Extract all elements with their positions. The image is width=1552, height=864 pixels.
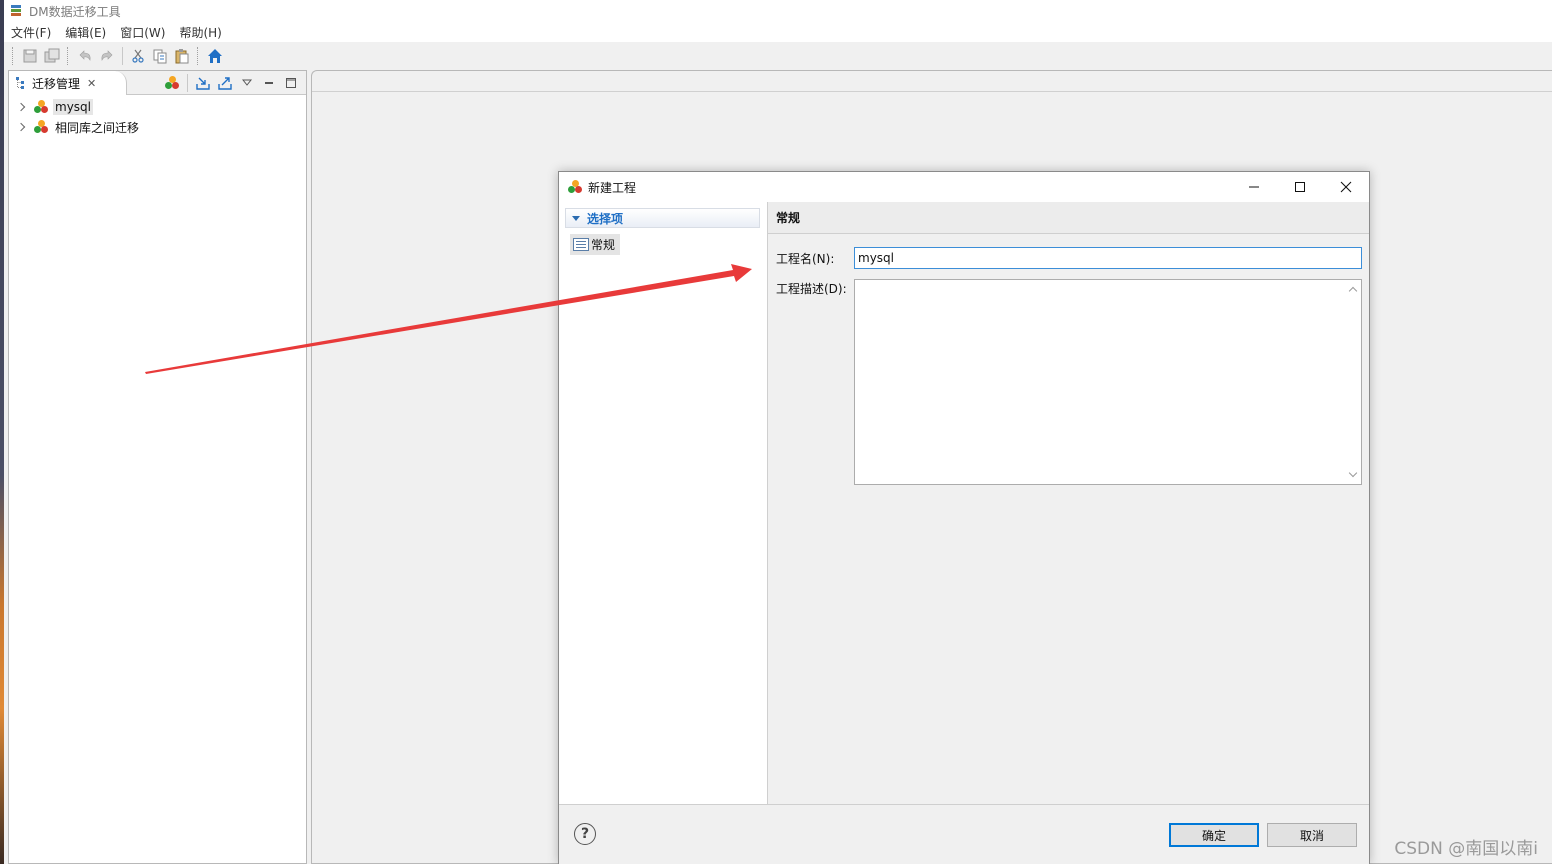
view-menu-chevron-down-icon[interactable] bbox=[236, 72, 258, 94]
chevron-right-icon[interactable] bbox=[16, 101, 28, 113]
panel-header: 迁移管理 ✕ bbox=[9, 71, 306, 95]
project-icon bbox=[34, 100, 48, 114]
tree-item-label: mysql bbox=[53, 99, 93, 115]
app-title: DM数据迁移工具 bbox=[29, 4, 121, 19]
nav-section-options[interactable]: 选择项 bbox=[565, 208, 760, 228]
panel-tools-separator bbox=[187, 74, 188, 92]
app-titlebar: DM数据迁移工具 bbox=[4, 0, 1552, 22]
menu-window[interactable]: 窗口(W) bbox=[120, 24, 165, 41]
project-icon bbox=[568, 180, 582, 194]
nav-item-label: 常规 bbox=[591, 238, 616, 252]
migration-panel: 迁移管理 ✕ mysql 相同库之间迁移 bbox=[8, 70, 307, 864]
close-icon[interactable]: ✕ bbox=[87, 77, 96, 90]
tab-migration-management[interactable]: 迁移管理 ✕ bbox=[9, 71, 127, 95]
save-icon[interactable] bbox=[19, 45, 41, 67]
tree-item-mysql[interactable]: mysql bbox=[9, 97, 306, 117]
toolbar-separator bbox=[122, 47, 123, 65]
dialog-footer: ? 确定 取消 bbox=[559, 804, 1369, 864]
scroll-down-icon[interactable] bbox=[1348, 468, 1358, 478]
chevron-right-icon[interactable] bbox=[16, 121, 28, 133]
nav-section-label: 选择项 bbox=[587, 211, 624, 226]
maximize-icon[interactable] bbox=[1277, 172, 1323, 202]
export-icon[interactable] bbox=[214, 72, 236, 94]
project-description-label: 工程描述(D): bbox=[776, 282, 847, 296]
dialog-navigation: 选择项 常规 bbox=[559, 202, 768, 804]
project-tree: mysql 相同库之间迁移 bbox=[9, 95, 306, 137]
cancel-button[interactable]: 取消 bbox=[1267, 823, 1357, 847]
paste-icon[interactable] bbox=[171, 45, 193, 67]
new-project-dialog: 新建工程 选择项 常规 常规 工程名(N): 工程描述(D): bbox=[558, 171, 1370, 864]
minimize-icon[interactable] bbox=[1231, 172, 1277, 202]
undo-icon[interactable] bbox=[74, 45, 96, 67]
content-header: 常规 bbox=[768, 202, 1369, 234]
help-icon[interactable]: ? bbox=[574, 823, 596, 845]
triangle-down-icon bbox=[572, 215, 580, 221]
editor-tab-strip bbox=[312, 71, 1552, 92]
project-icon bbox=[34, 120, 48, 134]
copy-icon[interactable] bbox=[149, 45, 171, 67]
tree-item-label: 相同库之间迁移 bbox=[55, 120, 140, 135]
minimize-view-icon[interactable] bbox=[258, 72, 280, 94]
tree-view-icon bbox=[16, 77, 24, 89]
nav-item-general[interactable]: 常规 bbox=[570, 234, 620, 255]
scroll-up-icon[interactable] bbox=[1348, 286, 1358, 296]
menu-edit[interactable]: 编辑(E) bbox=[65, 24, 106, 41]
ok-button[interactable]: 确定 bbox=[1169, 823, 1259, 847]
menu-file[interactable]: 文件(F) bbox=[11, 24, 51, 41]
close-icon[interactable] bbox=[1323, 172, 1369, 202]
watermark: CSDN @南国以南i bbox=[1394, 839, 1538, 859]
toolbar-grip bbox=[197, 47, 200, 65]
redo-icon[interactable] bbox=[96, 45, 118, 67]
import-icon[interactable] bbox=[192, 72, 214, 94]
save-all-icon[interactable] bbox=[41, 45, 63, 67]
section-title: 常规 bbox=[776, 211, 801, 225]
toolbar-grip bbox=[12, 47, 15, 65]
panel-tools bbox=[161, 71, 302, 95]
project-name-label: 工程名(N): bbox=[776, 252, 835, 266]
desktop-edge bbox=[0, 0, 4, 864]
window-controls bbox=[1231, 172, 1369, 202]
app-database-icon bbox=[9, 4, 23, 18]
project-name-input[interactable] bbox=[854, 247, 1362, 269]
tree-item-same-db-migration[interactable]: 相同库之间迁移 bbox=[9, 117, 306, 137]
dialog-content: 常规 工程名(N): 工程描述(D): bbox=[768, 202, 1369, 804]
main-toolbar bbox=[4, 42, 1552, 70]
form-page-icon bbox=[573, 238, 589, 251]
toolbar-grip bbox=[67, 47, 70, 65]
home-icon[interactable] bbox=[204, 45, 226, 67]
maximize-view-icon[interactable] bbox=[280, 72, 302, 94]
project-description-textarea[interactable] bbox=[854, 279, 1362, 485]
tab-label: 迁移管理 bbox=[32, 76, 81, 91]
new-project-icon[interactable] bbox=[161, 72, 183, 94]
menu-help[interactable]: 帮助(H) bbox=[179, 24, 221, 41]
cut-icon[interactable] bbox=[127, 45, 149, 67]
dialog-titlebar: 新建工程 bbox=[559, 172, 1369, 202]
menu-bar: 文件(F) 编辑(E) 窗口(W) 帮助(H) bbox=[4, 22, 1552, 42]
dialog-title: 新建工程 bbox=[588, 180, 637, 195]
